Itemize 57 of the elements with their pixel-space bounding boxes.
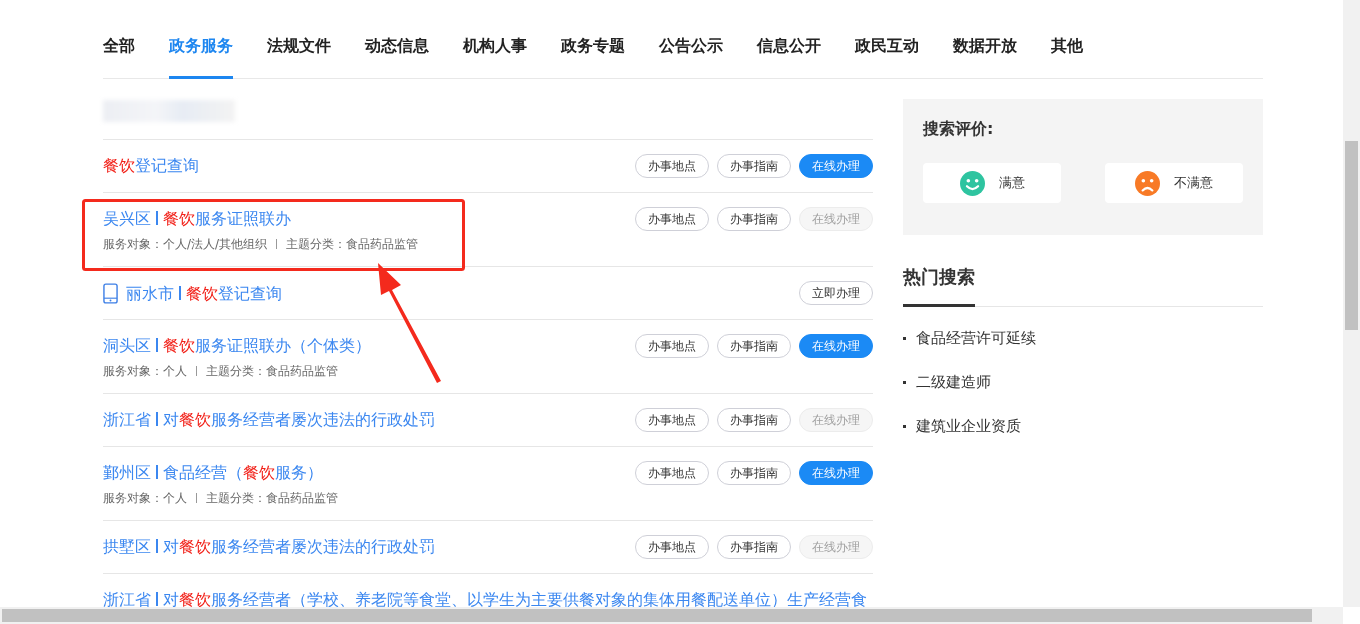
nav-tab[interactable]: 法规文件 (267, 0, 331, 79)
result-link[interactable]: 丽水市 餐饮登记查询 (126, 283, 282, 304)
horizontal-scrollbar[interactable] (0, 607, 1343, 624)
scroll-thumb[interactable] (1345, 141, 1358, 330)
nav-tab[interactable]: 政务专题 (561, 0, 625, 79)
action-button[interactable]: 办事地点 (635, 154, 709, 178)
section-title: 热门搜索 (903, 265, 975, 307)
rating-button[interactable]: 不满意 (1105, 163, 1243, 203)
action-button[interactable]: 办事地点 (635, 408, 709, 432)
bullet-icon (903, 424, 906, 428)
bullet-icon (903, 380, 906, 384)
result-link[interactable]: 餐饮登记查询 (103, 156, 199, 176)
result-link[interactable]: 浙江省 对餐饮服务经营者屡次违法的行政处罚 (103, 410, 435, 430)
action-button[interactable]: 办事地点 (635, 461, 709, 485)
hot-search-link[interactable]: 食品经营许可延续 (916, 328, 1036, 348)
action-button[interactable]: 立即办理 (799, 281, 873, 305)
result-link[interactable]: 浙江省 对餐饮服务经营者（学校、养老院等食堂、以学生为主要供餐对象的集体用餐配送单位）生产经营食 (103, 590, 867, 610)
action-button[interactable]: 办事指南 (717, 535, 791, 559)
action-button[interactable]: 在线办理 (799, 334, 873, 358)
meta-text: 服务对象：个人/法人/其他组织 (103, 236, 268, 252)
action-button[interactable]: 办事地点 (635, 535, 709, 559)
scroll-thumb[interactable] (2, 609, 1312, 622)
result-link[interactable]: 拱墅区 对餐饮服务经营者屡次违法的行政处罚 (103, 537, 435, 557)
action-button[interactable]: 办事指南 (717, 154, 791, 178)
nav-tab[interactable]: 公告公示 (659, 0, 723, 79)
nav-tab[interactable]: 机构人事 (463, 0, 527, 79)
action-button[interactable]: 办事地点 (635, 334, 709, 358)
action-button[interactable]: 办事指南 (717, 408, 791, 432)
rating-button[interactable]: 满意 (923, 163, 1061, 203)
bullet-icon (903, 336, 906, 340)
meta-text: 服务对象：个人 (103, 490, 187, 506)
action-button[interactable]: 在线办理 (799, 154, 873, 178)
nav-tab[interactable]: 动态信息 (365, 0, 429, 79)
nav-tab[interactable]: 信息公开 (757, 0, 821, 79)
result-link[interactable]: 吴兴区 餐饮服务证照联办 (103, 209, 291, 229)
hot-search-link[interactable]: 二级建造师 (916, 372, 991, 392)
nav-tab[interactable]: 数据开放 (953, 0, 1017, 79)
action-button[interactable]: 在线办理 (799, 461, 873, 485)
action-button[interactable]: 办事指南 (717, 334, 791, 358)
smiley-icon (959, 170, 985, 196)
meta-text: 服务对象：个人 (103, 363, 187, 379)
meta-text: 主题分类：食品药品监管 (206, 490, 338, 506)
nav-tab[interactable]: 其他 (1051, 0, 1083, 79)
hot-search-link[interactable]: 建筑业企业资质 (916, 416, 1021, 436)
nav-tab[interactable]: 政务服务 (169, 0, 233, 79)
rating-title: 搜索评价: (923, 119, 995, 140)
frown-icon (1135, 170, 1160, 196)
result-link[interactable]: 鄞州区 食品经营（餐饮服务） (103, 463, 323, 483)
vertical-scrollbar[interactable] (1343, 0, 1360, 607)
action-button[interactable]: 办事地点 (635, 207, 709, 231)
action-button[interactable]: 办事指南 (717, 461, 791, 485)
meta-text: 主题分类：食品药品监管 (286, 236, 419, 252)
action-button[interactable]: 办事指南 (717, 207, 791, 231)
nav-tab[interactable]: 全部 (103, 0, 135, 79)
result-link[interactable]: 洞头区 餐饮服务证照联办（个体类） (103, 336, 371, 356)
meta-text: 主题分类：食品药品监管 (206, 363, 338, 379)
nav-tab[interactable]: 政民互动 (855, 0, 919, 79)
